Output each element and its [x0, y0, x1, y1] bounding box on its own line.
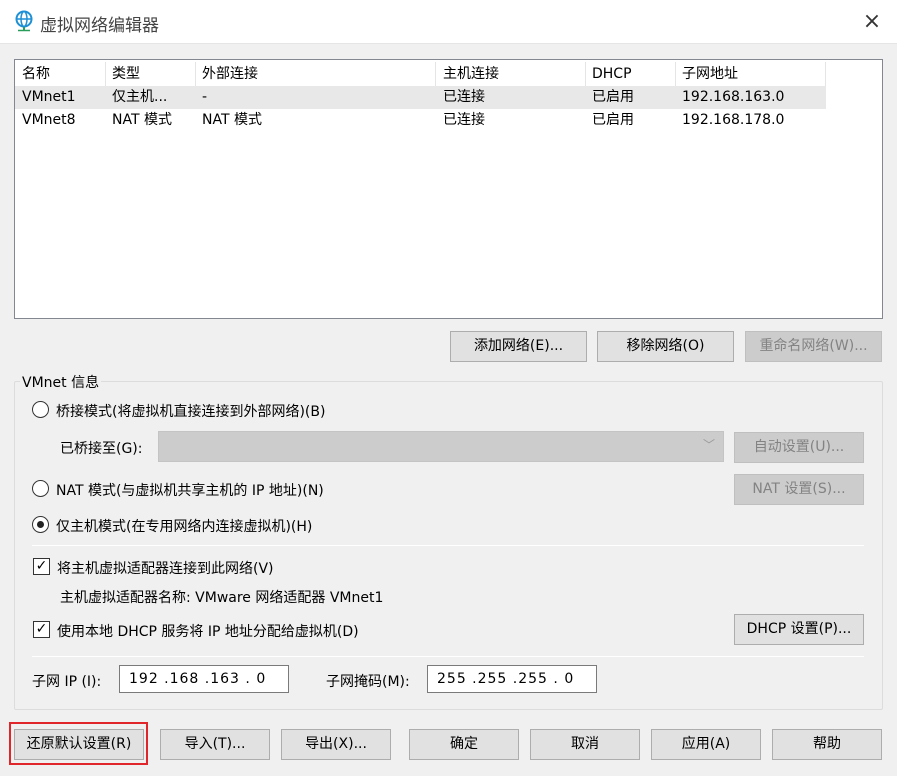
cell-host: 已连接 [443, 89, 485, 105]
cell-type: NAT 模式 [112, 112, 172, 128]
cell-host: 已连接 [443, 112, 485, 128]
column-header-name[interactable]: 名称 [15, 62, 106, 86]
export-button[interactable]: 导出(X)... [281, 729, 391, 760]
help-button[interactable]: 帮助 [772, 729, 882, 760]
cell-external: NAT 模式 [202, 112, 262, 128]
cell-type: 仅主机... [112, 89, 168, 105]
table-row[interactable]: VMnet8 NAT 模式 NAT 模式 已连接 已启用 192.168.178… [15, 109, 826, 132]
auto-settings-button[interactable]: 自动设置(U)... [734, 432, 864, 463]
column-header-subnet[interactable]: 子网地址 [676, 62, 826, 86]
column-header-external[interactable]: 外部连接 [196, 62, 436, 86]
column-header-host[interactable]: 主机连接 [436, 62, 586, 86]
column-header-dhcp[interactable]: DHCP [586, 62, 676, 86]
bridged-to-select[interactable]: ﹀ [158, 431, 724, 462]
hostonly-mode-label[interactable]: 仅主机模式(在专用网络内连接虚拟机)(H) [56, 516, 312, 536]
subnet-mask-input[interactable]: 255 .255 .255 . 0 [427, 665, 597, 693]
add-network-button[interactable]: 添加网络(E)... [450, 331, 587, 362]
bridge-mode-radio[interactable] [32, 401, 49, 418]
connect-adapter-checkbox[interactable]: ✓ [33, 558, 50, 575]
bridged-to-label: 已桥接至(G): [60, 441, 143, 457]
nat-mode-radio[interactable] [32, 480, 49, 497]
apply-button[interactable]: 应用(A) [651, 729, 761, 760]
import-button[interactable]: 导入(T)... [160, 729, 270, 760]
cell-dhcp: 已启用 [592, 112, 634, 128]
globe-icon [15, 10, 33, 32]
cell-name: VMnet1 [22, 89, 76, 105]
use-dhcp-checkbox[interactable]: ✓ [33, 621, 50, 638]
cell-external: - [202, 89, 208, 105]
cell-subnet: 192.168.178.0 [682, 112, 785, 128]
connect-adapter-label[interactable]: 将主机虚拟适配器连接到此网络(V) [57, 558, 274, 578]
remove-network-button[interactable]: 移除网络(O) [597, 331, 734, 362]
use-dhcp-label[interactable]: 使用本地 DHCP 服务将 IP 地址分配给虚拟机(D) [57, 621, 359, 641]
nat-settings-button[interactable]: NAT 设置(S)... [734, 474, 864, 505]
subnet-ip-input[interactable]: 192 .168 .163 . 0 [119, 665, 289, 693]
adapter-name-text: 主机虚拟适配器名称: VMware 网络适配器 VMnet1 [60, 590, 384, 606]
nat-mode-label[interactable]: NAT 模式(与虚拟机共享主机的 IP 地址)(N) [56, 480, 324, 500]
close-icon[interactable]: × [860, 10, 884, 34]
hostonly-mode-radio[interactable] [32, 516, 49, 533]
network-list[interactable]: 名称 类型 外部连接 主机连接 DHCP 子网地址 VMnet1 仅主机... … [14, 59, 883, 319]
divider [32, 545, 864, 546]
cell-dhcp: 已启用 [592, 89, 634, 105]
cell-subnet: 192.168.163.0 [682, 89, 785, 105]
title-bar: 虚拟网络编辑器 × [0, 0, 897, 44]
column-header-type[interactable]: 类型 [106, 62, 196, 86]
divider [32, 656, 864, 657]
vmnet-info-label: VMnet 信息 [20, 372, 102, 392]
subnet-ip-label: 子网 IP (I): [32, 674, 102, 690]
window-title: 虚拟网络编辑器 [40, 16, 159, 36]
dhcp-settings-button[interactable]: DHCP 设置(P)... [734, 614, 864, 645]
table-row[interactable]: VMnet1 仅主机... - 已连接 已启用 192.168.163.0 [15, 86, 826, 109]
chevron-down-icon: ﹀ [702, 438, 715, 452]
bridge-mode-label[interactable]: 桥接模式(将虚拟机直接连接到外部网络)(B) [56, 401, 325, 421]
highlight-box [9, 722, 148, 765]
cell-name: VMnet8 [22, 112, 76, 128]
subnet-mask-label: 子网掩码(M): [326, 674, 410, 690]
rename-network-button[interactable]: 重命名网络(W)... [745, 331, 882, 362]
ok-button[interactable]: 确定 [409, 729, 519, 760]
cancel-button[interactable]: 取消 [530, 729, 640, 760]
